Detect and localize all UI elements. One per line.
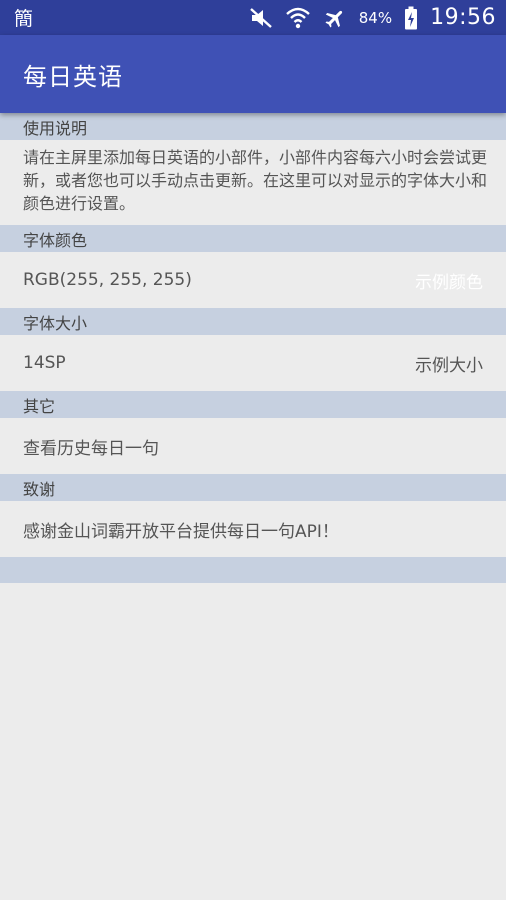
history-link: 查看历史每日一句 [23, 438, 159, 459]
section-header-thanks: 致谢 [0, 474, 506, 501]
font-size-sample: 示例大小 [415, 355, 483, 376]
section-header-other: 其它 [0, 391, 506, 418]
battery-charging-icon [404, 6, 418, 30]
battery-percent: 84% [358, 8, 393, 27]
input-method-indicator: 簡 [14, 8, 34, 30]
section-header-usage: 使用说明 [0, 113, 506, 140]
wifi-icon [285, 6, 311, 30]
section-header-font-size: 字体大小 [0, 308, 506, 335]
status-icons: 84% 19:56 [249, 5, 496, 30]
app-bar: 每日英语 [0, 35, 506, 113]
usage-description: 请在主屏里添加每日英语的小部件，小部件内容每六小时会尝试更新，或者您也可以手动点… [23, 148, 488, 213]
footer-divider [0, 557, 506, 583]
section-header-font-color: 字体颜色 [0, 225, 506, 252]
thanks-text: 感谢金山词霸开放平台提供每日一句API！ [23, 521, 339, 542]
font-color-row[interactable]: RGB(255, 255, 255) 示例颜色 [0, 252, 506, 308]
app-title: 每日英语 [23, 62, 123, 91]
font-size-value: 14SP [23, 353, 66, 373]
font-size-row[interactable]: 14SP 示例大小 [0, 335, 506, 391]
history-row[interactable]: 查看历史每日一句 [0, 418, 506, 474]
airplane-mode-icon [323, 6, 347, 30]
thanks-row: 感谢金山词霸开放平台提供每日一句API！ [0, 501, 506, 557]
mute-icon [249, 7, 273, 29]
settings-list: 使用说明 请在主屏里添加每日英语的小部件，小部件内容每六小时会尝试更新，或者您也… [0, 113, 506, 583]
status-bar: 簡 84% 19:56 [0, 0, 506, 35]
font-color-sample: 示例颜色 [415, 272, 483, 293]
font-color-value: RGB(255, 255, 255) [23, 270, 192, 290]
clock: 19:56 [430, 5, 496, 30]
